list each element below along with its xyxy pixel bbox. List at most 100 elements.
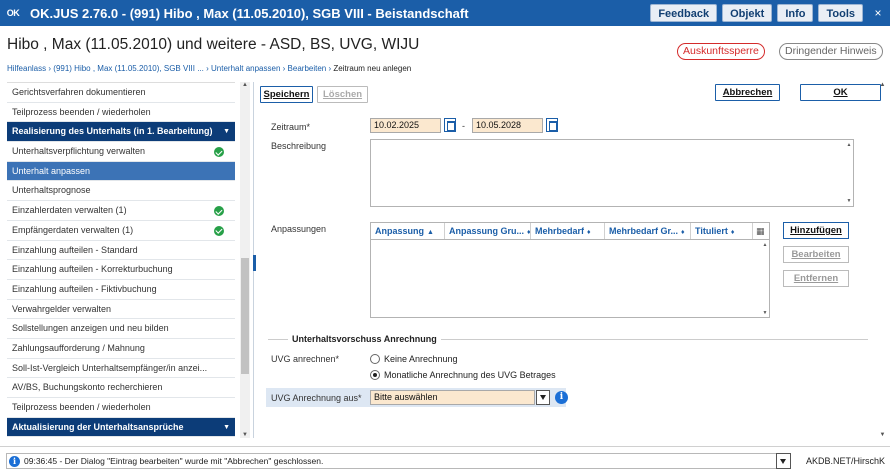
objekt-button[interactable]: Objekt — [722, 4, 773, 22]
breadcrumb-link[interactable]: (991) Hibo , Max (11.05.2010), SGB VIII … — [53, 64, 204, 73]
date-to-input[interactable]: 10.05.2028 — [472, 118, 543, 133]
sidebar-group-header[interactable]: Aktualisierung der Unterhaltsansprüche ▼ — [7, 417, 235, 438]
chevron-down-icon[interactable] — [536, 390, 550, 405]
scroll-up-icon[interactable]: ▲ — [845, 142, 853, 148]
scrollbar-thumb[interactable] — [241, 258, 249, 374]
sort-icon[interactable]: ♦ — [681, 229, 685, 236]
status-message-box[interactable]: i 09:36:45 - Der Dialog "Eintrag bearbei… — [6, 453, 791, 469]
radio-monatliche-anrechnung[interactable] — [370, 370, 380, 380]
dringender-hinweis-badge[interactable]: Dringender Hinweis — [779, 43, 883, 60]
scroll-down-icon[interactable]: ▼ — [240, 432, 250, 438]
section-divider — [268, 339, 288, 340]
breadcrumb-separator: › — [48, 64, 52, 73]
sidebar-item[interactable]: Einzahlerdaten verwalten (1) — [7, 201, 235, 221]
sort-icon[interactable]: ♦ — [731, 229, 735, 236]
sidebar-item-label: Empfängerdaten verwalten (1) — [12, 224, 134, 235]
chevron-down-icon[interactable]: ▼ — [223, 418, 230, 437]
breadcrumb-separator: › — [206, 64, 209, 73]
column-header-anpassung-grund[interactable]: Anpassung Gru... ♦ — [445, 223, 531, 239]
cancel-button[interactable]: Abbrechen — [715, 84, 780, 101]
sidebar-item[interactable]: Unterhaltsprognose — [7, 181, 235, 202]
sort-icon[interactable]: ♦ — [587, 229, 591, 236]
scroll-down-icon[interactable]: ▼ — [761, 310, 769, 316]
sidebar-item[interactable]: Teilprozess beenden / wiederholen — [7, 103, 235, 123]
calendar-icon[interactable] — [546, 118, 558, 132]
chevron-down-icon[interactable] — [776, 453, 791, 469]
sidebar-item[interactable]: AV/BS, Buchungskonto recherchieren — [7, 378, 235, 398]
scroll-up-icon[interactable]: ▲ — [878, 82, 887, 88]
table-scrollbar[interactable]: ▲ ▼ — [761, 240, 769, 318]
sort-asc-icon[interactable]: ▲ — [427, 229, 434, 236]
column-header-tituliert[interactable]: Tituliert ♦ — [691, 223, 753, 239]
splitter-grip[interactable] — [253, 255, 256, 271]
column-label: Anpassung — [375, 226, 425, 236]
sidebar-item[interactable]: Empfängerdaten verwalten (1) — [7, 221, 235, 241]
chevron-down-icon[interactable]: ▼ — [223, 122, 230, 141]
sidebar-item[interactable]: Einzahlung aufteilen - Korrekturbuchung — [7, 260, 235, 280]
sidebar-item-label: Aktualisierung der Unterhaltsansprüche — [12, 421, 184, 432]
breadcrumb-link[interactable]: Bearbeiten — [288, 64, 327, 73]
sidebar-item-label: Einzahlerdaten verwalten (1) — [12, 205, 127, 216]
add-button[interactable]: Hinzufügen — [783, 222, 849, 239]
radio-keine-anrechnung-label[interactable]: Keine Anrechnung — [384, 354, 458, 364]
status-message: 09:36:45 - Der Dialog "Eintrag bearbeite… — [24, 456, 324, 466]
scroll-down-icon[interactable]: ▼ — [845, 198, 853, 204]
scroll-up-icon[interactable]: ▲ — [761, 242, 769, 248]
sidebar-item[interactable]: Gerichtsverfahren dokumentieren — [7, 83, 235, 103]
column-label: Mehrbedarf Gr... — [609, 226, 679, 236]
sidebar-item-active[interactable]: Unterhalt anpassen — [7, 161, 235, 182]
ok-button[interactable]: OK — [800, 84, 881, 101]
breadcrumb-link[interactable]: Unterhalt anpassen — [211, 64, 280, 73]
sidebar-group-header[interactable]: Realisierung des Unterhalts (in 1. Bearb… — [7, 122, 235, 143]
sidebar-item-label: Zahlungsaufforderung / Mahnung — [12, 342, 145, 353]
column-header-mehrbedarf[interactable]: Mehrbedarf ♦ — [531, 223, 605, 239]
save-label: Speichern — [263, 89, 310, 100]
panel-splitter[interactable] — [253, 82, 256, 438]
info-icon: i — [9, 456, 20, 467]
breadcrumb-current: Zeitraum neu anlegen — [333, 64, 412, 73]
date-from-input[interactable]: 10.02.2025 — [370, 118, 441, 133]
main-scrollbar[interactable]: ▲ ▼ — [878, 82, 887, 438]
sidebar-item[interactable]: Teilprozess beenden / wiederholen — [7, 398, 235, 418]
scroll-up-icon[interactable]: ▲ — [240, 82, 250, 88]
sidebar-item-label: Einzahlung aufteilen - Standard — [12, 244, 138, 255]
status-bar: i 09:36:45 - Der Dialog "Eintrag bearbei… — [0, 446, 890, 476]
delete-label: Löschen — [322, 89, 363, 100]
sidebar-item[interactable]: Zahlungsaufforderung / Mahnung — [7, 339, 235, 359]
scroll-down-icon[interactable]: ▼ — [878, 432, 887, 438]
sidebar-item[interactable]: Einzahlung aufteilen - Fiktivbuchung — [7, 280, 235, 300]
beschreibung-textarea[interactable]: ▲ ▼ — [370, 139, 854, 207]
auskunftssperre-badge[interactable]: Auskunftssperre — [677, 43, 765, 60]
calendar-icon[interactable] — [444, 118, 456, 132]
column-chooser-icon[interactable]: ▦ — [753, 223, 769, 239]
uvg-anrechnung-aus-select[interactable]: Bitte auswählen — [370, 390, 535, 405]
tools-button[interactable]: Tools — [818, 4, 863, 22]
title-bar: OK OK.JUS 2.76.0 - (991) Hibo , Max (11.… — [0, 0, 890, 26]
feedback-button[interactable]: Feedback — [650, 4, 718, 22]
sidebar-item[interactable]: Sollstellungen anzeigen und neu bilden — [7, 319, 235, 339]
textarea-scrollbar[interactable]: ▲ ▼ — [845, 140, 853, 206]
check-icon — [214, 206, 224, 217]
sidebar-item-label: Soll-Ist-Vergleich Unterhaltsempfänger/i… — [12, 362, 208, 373]
save-button[interactable]: Speichern — [260, 86, 313, 103]
sidebar-item[interactable]: Soll-Ist-Vergleich Unterhaltsempfänger/i… — [7, 359, 235, 379]
radio-monatliche-anrechnung-label[interactable]: Monatliche Anrechnung des UVG Betrages — [384, 370, 556, 380]
sidebar-item[interactable]: Unterhaltsverpflichtung verwalten — [7, 142, 235, 162]
column-header-mehrbedarf-grund[interactable]: Mehrbedarf Gr... ♦ — [605, 223, 691, 239]
info-button[interactable]: Info — [777, 4, 814, 22]
app-logo-icon: OK — [6, 8, 20, 18]
close-icon[interactable]: × — [868, 6, 888, 20]
sidebar-item-label: Teilprozess beenden / wiederholen — [12, 402, 151, 412]
column-header-anpassung[interactable]: Anpassung ▲ — [371, 223, 445, 239]
add-label: Hinzufügen — [790, 225, 842, 236]
sidebar-item[interactable]: Einzahlung aufteilen - Standard — [7, 241, 235, 261]
sidebar-scrollbar[interactable]: ▲ ▼ — [240, 82, 250, 438]
info-icon[interactable]: i — [555, 391, 568, 404]
breadcrumb-separator: › — [328, 64, 332, 73]
sidebar-item[interactable]: Verwahrgelder verwalten — [7, 300, 235, 320]
radio-keine-anrechnung[interactable] — [370, 354, 380, 364]
beschreibung-label: Beschreibung — [271, 141, 327, 151]
edit-label: Bearbeiten — [791, 249, 841, 260]
breadcrumb-link[interactable]: Hilfeanlass — [7, 64, 46, 73]
anpassungen-table: Anpassung ▲ Anpassung Gru... ♦ Mehrbedarf ♦… — [370, 222, 770, 318]
